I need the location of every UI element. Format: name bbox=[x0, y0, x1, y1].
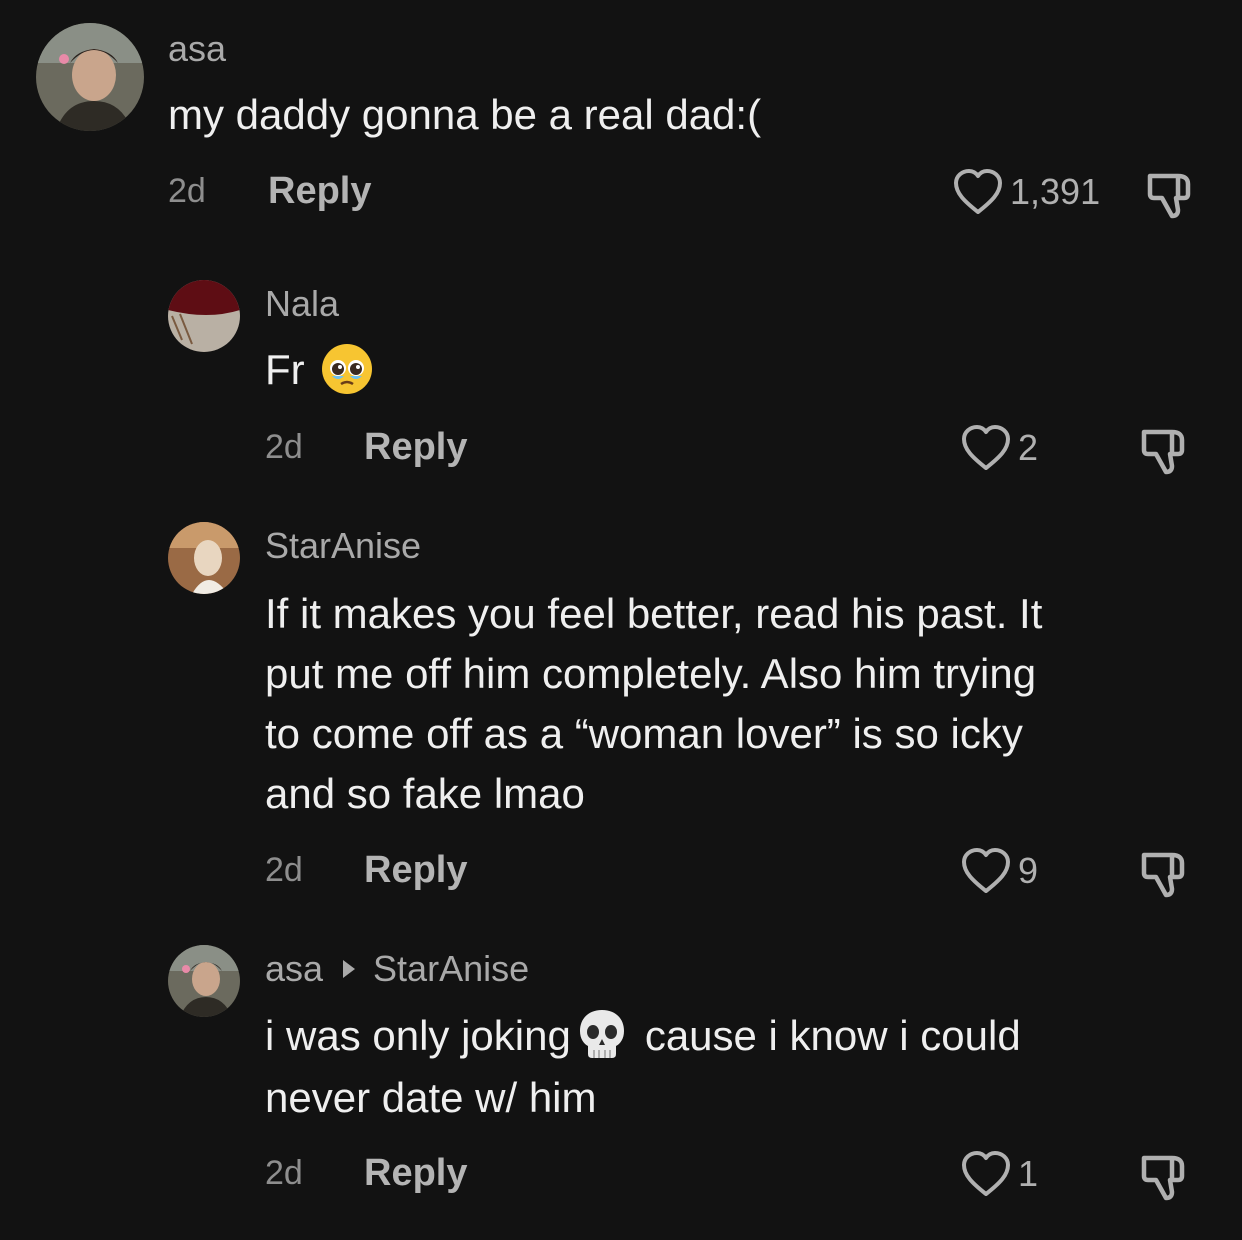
author-name[interactable]: asa bbox=[265, 948, 323, 989]
thumbs-down-icon bbox=[1141, 429, 1185, 475]
comment-author[interactable]: StarAnise bbox=[265, 525, 421, 567]
comment-text-line: to come off as a “woman lover” is so ick… bbox=[265, 710, 1023, 757]
comment-text-content: i was only joking bbox=[265, 1012, 571, 1059]
comment-text: Fr bbox=[265, 340, 378, 412]
comment-author[interactable]: Nala bbox=[265, 283, 339, 325]
like-count: 9 bbox=[1018, 850, 1039, 891]
like-count: 1 bbox=[1018, 1153, 1039, 1194]
comment-author: asa StarAnise bbox=[265, 948, 529, 990]
reply-button[interactable]: Reply bbox=[364, 426, 467, 469]
heart-icon bbox=[962, 425, 1010, 470]
like-button[interactable]: 1,391 bbox=[952, 168, 1100, 216]
reply-button[interactable]: Reply bbox=[364, 849, 467, 892]
like-button[interactable]: 9 bbox=[960, 847, 1038, 895]
comment-text-content: Fr bbox=[265, 346, 305, 393]
comment-age: 2d bbox=[168, 172, 206, 210]
comment-author[interactable]: asa bbox=[168, 28, 226, 70]
like-button[interactable]: 2 bbox=[960, 424, 1038, 472]
comment-text-line: If it makes you feel better, read his pa… bbox=[265, 590, 1043, 637]
comment-text-line: never date w/ him bbox=[265, 1074, 597, 1121]
dislike-button[interactable] bbox=[1138, 426, 1190, 481]
like-count: 1,391 bbox=[1010, 171, 1101, 212]
heart-icon bbox=[962, 1151, 1010, 1196]
avatar[interactable] bbox=[168, 945, 240, 1017]
avatar[interactable] bbox=[168, 522, 240, 594]
like-count: 2 bbox=[1018, 427, 1039, 468]
reply-arrow-icon bbox=[343, 960, 356, 978]
dislike-button[interactable] bbox=[1138, 849, 1190, 904]
pleading-face-emoji bbox=[320, 342, 374, 412]
comment-text-line: put me off him completely. Also him tryi… bbox=[265, 650, 1037, 697]
like-button[interactable]: 1 bbox=[960, 1150, 1038, 1198]
thumbs-down-icon bbox=[1147, 173, 1191, 219]
dislike-button[interactable] bbox=[1138, 1152, 1190, 1207]
reply-to-name[interactable]: StarAnise bbox=[373, 948, 529, 989]
thumbs-down-icon bbox=[1141, 852, 1185, 898]
heart-icon bbox=[954, 169, 1002, 214]
reply-button[interactable]: Reply bbox=[364, 1152, 467, 1195]
comment-age: 2d bbox=[265, 1154, 303, 1192]
heart-icon bbox=[962, 848, 1010, 893]
comment-text: my daddy gonna be a real dad:( bbox=[168, 91, 762, 138]
dislike-button[interactable] bbox=[1144, 170, 1196, 225]
avatar[interactable] bbox=[36, 23, 144, 131]
reply-button[interactable]: Reply bbox=[268, 170, 371, 213]
comment-age: 2d bbox=[265, 428, 303, 466]
avatar[interactable] bbox=[168, 280, 240, 352]
thumbs-down-icon bbox=[1141, 1155, 1185, 1201]
comment-text-content: cause i know i could bbox=[644, 1012, 1021, 1059]
comment-age: 2d bbox=[265, 851, 303, 889]
comment-text-line: and so fake lmao bbox=[265, 770, 585, 817]
